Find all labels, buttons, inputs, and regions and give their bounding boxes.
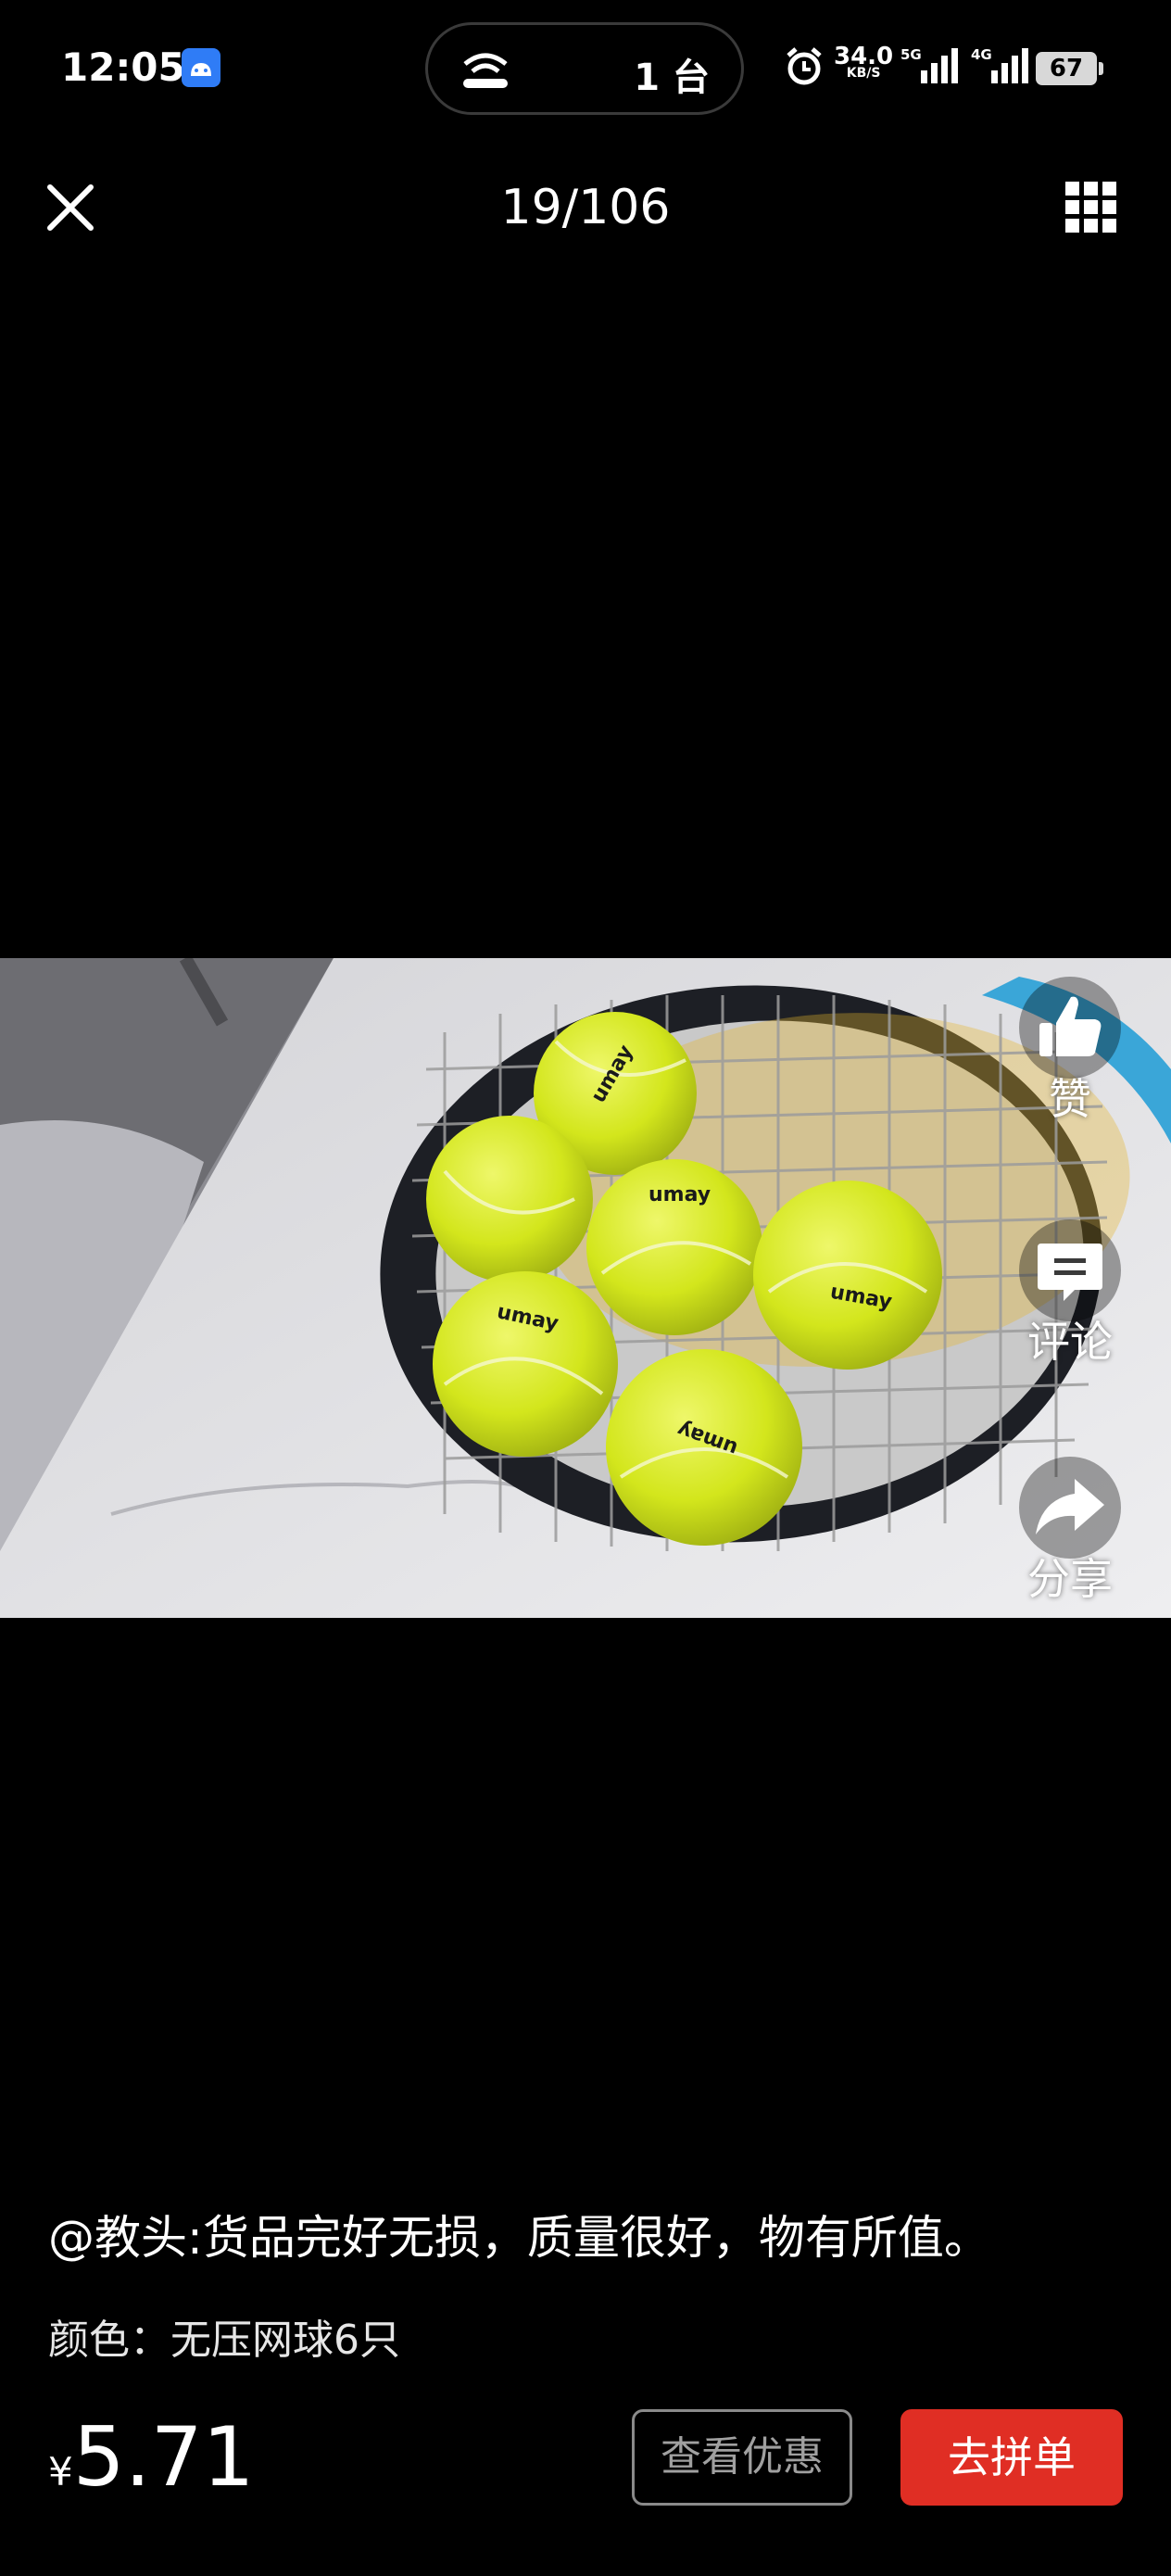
cast-icon [460,47,511,97]
ball-brand-text: umay [648,1183,711,1206]
share-icon [1036,1479,1104,1534]
status-bar: 12:05 1 台 34.0 KB/S 5G 4G 67 [0,0,1171,139]
signal-4g-label: 4G [971,46,992,63]
image-counter: 19/106 [500,180,671,235]
comment-button[interactable]: 评论 [1001,1219,1140,1370]
like-circle [1019,977,1121,1079]
thumbs-up-icon [1039,996,1102,1056]
currency-symbol: ¥ [48,2449,73,2494]
cast-count: 1 台 [634,57,710,99]
variant-text: 颜色：无压网球6只 [48,2317,400,2364]
like-button[interactable]: 赞 [1001,977,1140,1127]
comment-label: 评论 [1027,1317,1113,1367]
grid-view-button[interactable] [1064,180,1119,235]
battery-icon: 67 [1036,52,1103,85]
review-photo[interactable]: umay umay umay umay umay [0,958,1171,1618]
share-label: 分享 [1027,1554,1113,1604]
network-speed: 34.0 KB/S [834,44,893,80]
price: ¥5.71 [48,2409,255,2511]
share-button[interactable]: 分享 [1001,1457,1140,1607]
cast-indicator[interactable]: 1 台 [425,22,744,115]
signal-5g-icon: 5G [900,46,962,91]
alarm-icon [786,46,823,91]
signal-4g-icon: 4G [971,46,1032,91]
review-text: @教头:货品完好无损，质量很好，物有所值。 [48,2211,990,2265]
signal-5g-label: 5G [900,46,922,63]
grid-icon [1065,182,1116,233]
android-icon [182,48,220,87]
view-coupon-button[interactable]: 查看优惠 [632,2409,852,2506]
status-time: 12:05 [61,44,185,90]
share-circle [1019,1457,1121,1559]
comment-circle [1019,1219,1121,1321]
like-label: 赞 [1049,1074,1091,1124]
comment-icon [1038,1244,1102,1301]
price-value: 5.71 [72,2409,255,2505]
group-buy-button[interactable]: 去拼单 [900,2409,1123,2506]
